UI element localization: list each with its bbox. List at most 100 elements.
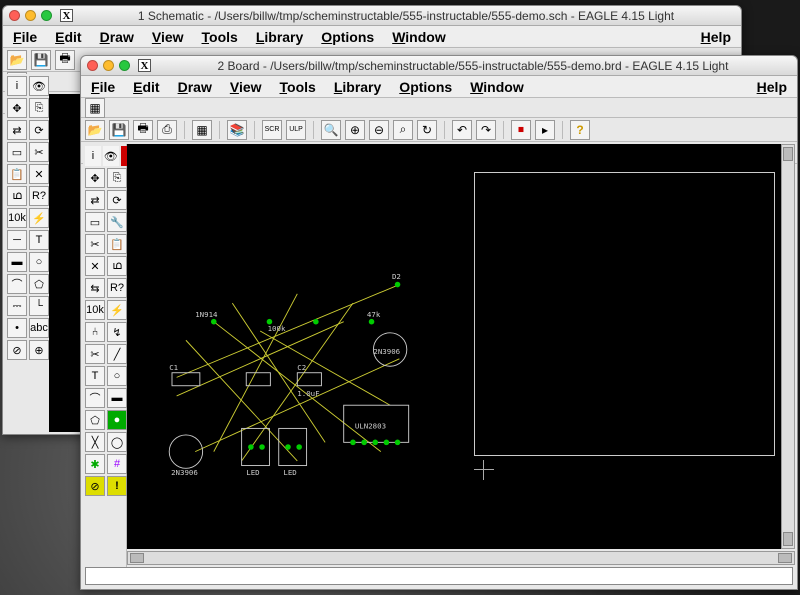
tool-value[interactable]: 10k bbox=[85, 300, 105, 320]
tool-name[interactable]: R? bbox=[29, 186, 49, 206]
tool-replace[interactable]: ⇆ bbox=[85, 278, 105, 298]
go-button[interactable]: ▸ bbox=[535, 120, 555, 140]
tool-rotate[interactable]: ⟳ bbox=[29, 120, 49, 140]
close-icon[interactable] bbox=[9, 10, 20, 21]
menu-tools[interactable]: Tools bbox=[280, 79, 316, 95]
menu-library[interactable]: Library bbox=[334, 79, 381, 95]
tool-text[interactable]: T bbox=[85, 366, 105, 386]
tool-poly[interactable]: ⬠ bbox=[85, 410, 105, 430]
tool-circle[interactable]: ○ bbox=[107, 366, 127, 386]
tool-change[interactable]: 🔧 bbox=[107, 212, 127, 232]
help-button[interactable]: ? bbox=[570, 120, 590, 140]
menu-window[interactable]: Window bbox=[470, 79, 524, 95]
menu-options[interactable]: Options bbox=[399, 79, 452, 95]
zoom-fit-button[interactable]: 🔍 bbox=[321, 120, 341, 140]
tool-rect[interactable]: ▬ bbox=[7, 252, 27, 272]
tool-split[interactable]: ⑃ bbox=[85, 322, 105, 342]
tool-poly[interactable]: ⬠ bbox=[29, 274, 49, 294]
menu-window[interactable]: Window bbox=[392, 29, 446, 45]
menu-draw[interactable]: Draw bbox=[100, 29, 134, 45]
tool-ripup[interactable]: ✂ bbox=[85, 344, 105, 364]
tool-signal[interactable]: ╳ bbox=[85, 432, 105, 452]
tool-paste[interactable]: 📋 bbox=[107, 234, 127, 254]
tool-value[interactable]: 10k bbox=[7, 208, 27, 228]
tool-wire[interactable]: ╱ bbox=[107, 344, 127, 364]
horizontal-scrollbar[interactable] bbox=[127, 551, 795, 565]
tool-hole[interactable]: ◯ bbox=[107, 432, 127, 452]
tool-show[interactable]: 👁 bbox=[29, 76, 49, 96]
library-button[interactable]: 📚 bbox=[227, 120, 247, 140]
tool-group[interactable]: ▭ bbox=[7, 142, 27, 162]
tool-rect[interactable]: ▬ bbox=[107, 388, 127, 408]
menu-view[interactable]: View bbox=[230, 79, 262, 95]
save-button[interactable]: 💾 bbox=[109, 120, 129, 140]
zoom-select-button[interactable]: ⌕ bbox=[393, 120, 413, 140]
tool-arc[interactable]: ⌒ bbox=[85, 388, 105, 408]
menu-options[interactable]: Options bbox=[321, 29, 374, 45]
menu-library[interactable]: Library bbox=[256, 29, 303, 45]
tool-move[interactable]: ✥ bbox=[7, 98, 27, 118]
menu-tools[interactable]: Tools bbox=[202, 29, 238, 45]
titlebar[interactable]: X 2 Board - /Users/billw/tmp/scheminstru… bbox=[81, 56, 797, 76]
tool-drc[interactable]: ⊘ bbox=[85, 476, 105, 496]
board-canvas[interactable]: 1N914 D2 C1 C2 1.0uF 100k 47k 2N3906 2N3… bbox=[127, 144, 795, 549]
open-button[interactable]: 📂 bbox=[7, 50, 27, 70]
minimize-icon[interactable] bbox=[103, 60, 114, 71]
scroll-down-icon[interactable] bbox=[783, 532, 793, 546]
tool-auto[interactable]: # bbox=[107, 454, 127, 474]
tool-cut[interactable]: ✂ bbox=[29, 142, 49, 162]
tool-show[interactable]: 👁 bbox=[103, 146, 119, 166]
save-button[interactable]: 💾 bbox=[31, 50, 51, 70]
titlebar[interactable]: X 1 Schematic - /Users/billw/tmp/schemin… bbox=[3, 6, 741, 26]
tool-delete[interactable]: ✕ bbox=[85, 256, 105, 276]
tool-paste[interactable]: 📋 bbox=[7, 164, 27, 184]
tool-errors[interactable]: ! bbox=[107, 476, 127, 496]
tool-name[interactable]: R? bbox=[107, 278, 127, 298]
script-button[interactable]: SCR bbox=[262, 120, 282, 140]
tool-move[interactable]: ✥ bbox=[85, 168, 105, 188]
tool-info[interactable]: i bbox=[85, 146, 101, 166]
menu-draw[interactable]: Draw bbox=[178, 79, 212, 95]
schematic-switch-button[interactable]: ▦ bbox=[192, 120, 212, 140]
tool-via[interactable]: ● bbox=[107, 410, 127, 430]
menu-edit[interactable]: Edit bbox=[55, 29, 81, 45]
tool-mark[interactable]: ⊕ bbox=[29, 340, 49, 360]
undo-button[interactable]: ↶ bbox=[452, 120, 472, 140]
vertical-scrollbar[interactable] bbox=[781, 144, 795, 549]
tool-ratsnest[interactable]: ✱ bbox=[85, 454, 105, 474]
tool-mirror[interactable]: ⇄ bbox=[7, 120, 27, 140]
tool-smash[interactable]: ⚡ bbox=[29, 208, 49, 228]
cam-button[interactable]: ⎙ bbox=[157, 120, 177, 140]
print-button[interactable]: 🖶 bbox=[55, 50, 75, 70]
tool-copy[interactable]: ⎘ bbox=[29, 98, 49, 118]
tool-info[interactable]: i bbox=[7, 76, 27, 96]
tool-group[interactable]: ▭ bbox=[85, 212, 105, 232]
tool-junction[interactable]: • bbox=[7, 318, 27, 338]
scroll-left-icon[interactable] bbox=[130, 553, 144, 563]
tool-add[interactable]: ഥ bbox=[7, 186, 27, 206]
tool-net[interactable]: └ bbox=[29, 296, 49, 316]
redraw-button[interactable]: ↻ bbox=[417, 120, 437, 140]
menu-file[interactable]: File bbox=[91, 79, 115, 95]
ulp-button[interactable]: ULP bbox=[286, 120, 306, 140]
command-input[interactable] bbox=[85, 567, 793, 585]
close-icon[interactable] bbox=[87, 60, 98, 71]
tool-bus[interactable]: ⎓ bbox=[7, 296, 27, 316]
tool-add[interactable]: ഥ bbox=[107, 256, 127, 276]
zoom-in-button[interactable]: ⊕ bbox=[345, 120, 365, 140]
tool-smash[interactable]: ⚡ bbox=[107, 300, 127, 320]
tool-circle[interactable]: ○ bbox=[29, 252, 49, 272]
scroll-right-icon[interactable] bbox=[778, 553, 792, 563]
stop-button[interactable]: ⏹ bbox=[511, 120, 531, 140]
print-button[interactable]: 🖶 bbox=[133, 120, 153, 140]
tool-cut[interactable]: ✂ bbox=[85, 234, 105, 254]
tool-text[interactable]: T bbox=[29, 230, 49, 250]
zoom-out-button[interactable]: ⊖ bbox=[369, 120, 389, 140]
tool-label[interactable]: abc bbox=[29, 318, 49, 338]
tool-erc[interactable]: ⊘ bbox=[7, 340, 27, 360]
tool-mirror[interactable]: ⇄ bbox=[85, 190, 105, 210]
zoom-icon[interactable] bbox=[119, 60, 130, 71]
minimize-icon[interactable] bbox=[25, 10, 36, 21]
scroll-up-icon[interactable] bbox=[783, 147, 793, 161]
tool-copy[interactable]: ⎘ bbox=[107, 168, 127, 188]
